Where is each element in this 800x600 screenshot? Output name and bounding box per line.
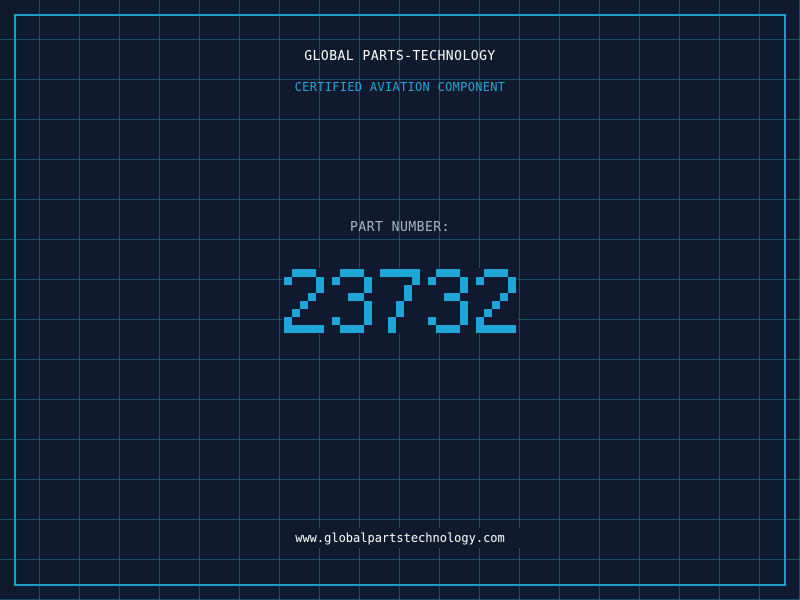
pixel-digits bbox=[284, 269, 516, 333]
part-number-label: PART NUMBER: bbox=[350, 220, 450, 235]
company-name: GLOBAL PARTS-TECHNOLOGY bbox=[304, 49, 496, 64]
part-number-digit bbox=[332, 269, 372, 333]
part-number-digit bbox=[428, 269, 468, 333]
part-number-digit bbox=[380, 269, 420, 333]
certification-tagline: CERTIFIED AVIATION COMPONENT bbox=[294, 80, 506, 94]
website-url: www.globalpartstechnology.com bbox=[295, 531, 505, 545]
part-number-digit bbox=[284, 269, 324, 333]
part-number-value bbox=[282, 268, 518, 334]
label-card: GLOBAL PARTS-TECHNOLOGY CERTIFIED AVIATI… bbox=[0, 0, 800, 600]
part-number-digit bbox=[476, 269, 516, 333]
